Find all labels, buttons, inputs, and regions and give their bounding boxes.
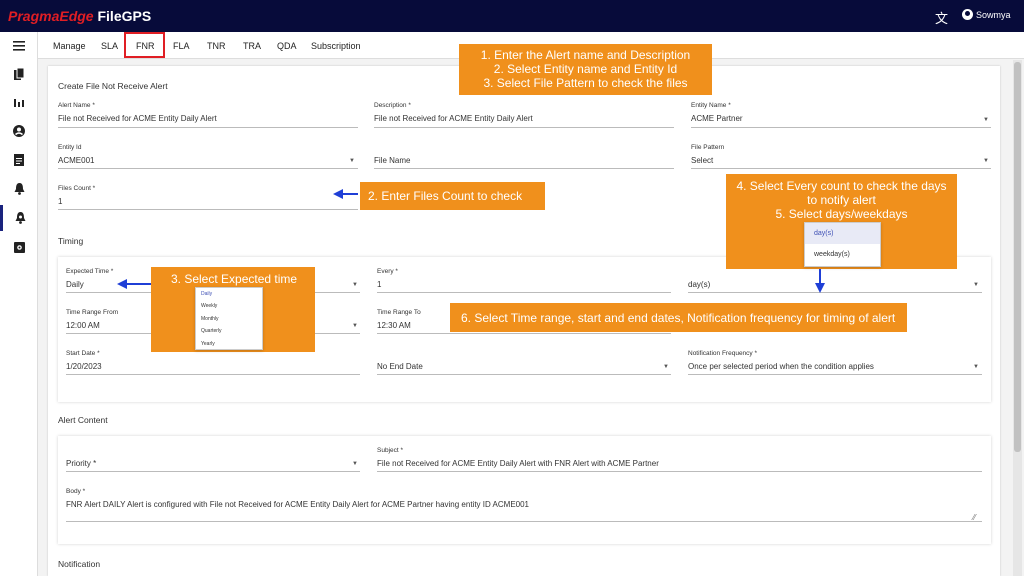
arrow-to-files-count xyxy=(333,189,358,199)
arrow-to-expected-time xyxy=(117,279,151,289)
annotation-arrows xyxy=(117,189,825,293)
arrow-to-every-unit xyxy=(815,269,825,293)
